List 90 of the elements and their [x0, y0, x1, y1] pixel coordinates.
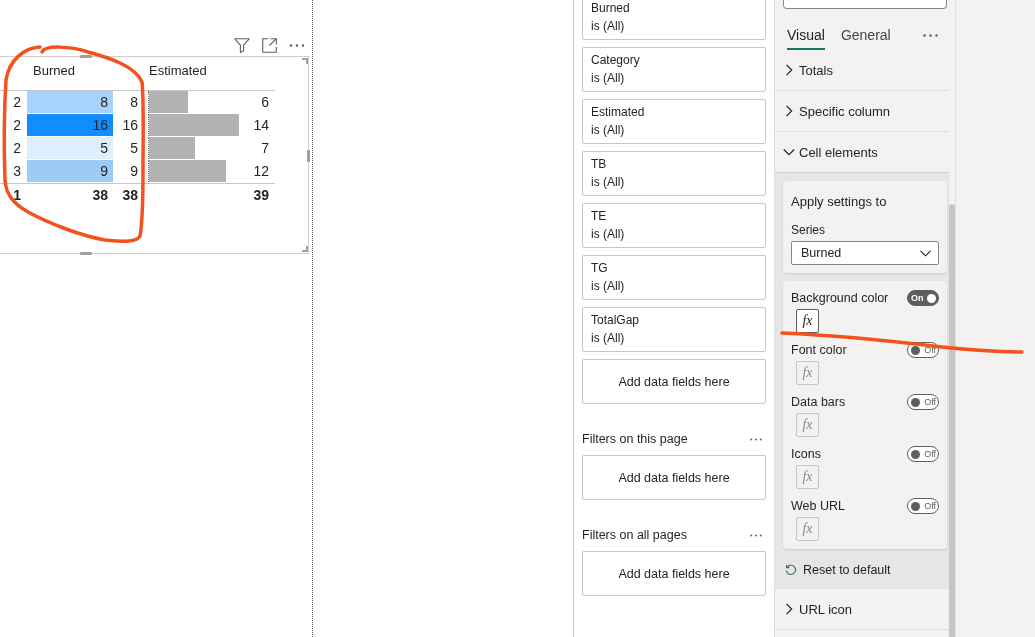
filter-condition: is (All) — [591, 226, 625, 243]
chevron-right-icon — [783, 105, 795, 117]
filter-card[interactable]: TE is (All) — [582, 203, 766, 248]
section-heading: Filters on all pages — [582, 528, 687, 542]
column-header: Estimated — [148, 62, 208, 80]
filter-condition: is (All) — [591, 174, 625, 191]
toggle-switch[interactable]: On — [907, 290, 939, 306]
tab[interactable]: Visual — [787, 25, 825, 50]
more-icon[interactable] — [289, 43, 305, 47]
filter-field-name: TE — [591, 208, 607, 225]
toggle-knob — [911, 501, 920, 511]
table-cell-text: 16 — [121, 116, 139, 135]
table-cell-text: 2 — [12, 116, 22, 135]
filter-card[interactable]: Estimated is (All) — [582, 99, 766, 144]
table-cell: 5 — [27, 137, 113, 159]
total-cell-text: 39 — [252, 186, 270, 205]
table-cell-text: 3 — [12, 162, 22, 181]
toggle-knob — [927, 293, 936, 303]
section-header[interactable]: Specific column — [775, 91, 949, 132]
filter-field-name: TG — [591, 260, 608, 277]
resize-handle[interactable] — [80, 252, 92, 255]
table-cell-text: 6 — [260, 93, 270, 112]
filter-card[interactable]: Burned is (All) — [582, 0, 766, 40]
setting-label: Background color — [791, 291, 889, 305]
tab[interactable]: General — [840, 25, 891, 50]
table-cell-text: 2 — [12, 93, 22, 112]
fx-button[interactable]: fx — [796, 309, 819, 333]
table-cell: 16 — [27, 114, 113, 136]
section-heading: Filters on this page — [582, 432, 688, 446]
filter-icon[interactable] — [234, 37, 250, 53]
filter-condition: is (All) — [591, 18, 625, 35]
filter-card[interactable]: TG is (All) — [582, 255, 766, 300]
resize-handle[interactable] — [307, 150, 310, 162]
reset-button[interactable]: Reset to default — [783, 561, 891, 579]
filter-field-name: Category — [591, 52, 640, 69]
filter-condition: is (All) — [591, 70, 625, 87]
table-cell-text: 8 — [129, 93, 139, 112]
drop-zone[interactable]: Add data fields here — [582, 359, 766, 404]
toggle-switch[interactable]: Off — [907, 446, 939, 462]
total-cell-text: 38 — [91, 186, 109, 205]
search-field[interactable] — [783, 0, 947, 9]
filter-field-name: TB — [591, 156, 607, 173]
series-dropdown[interactable]: Burned — [791, 241, 939, 265]
field-label: Series — [791, 222, 825, 238]
resize-handle[interactable] — [302, 246, 308, 252]
total-cell-text: 38 — [121, 186, 139, 205]
filter-condition: is (All) — [591, 122, 625, 139]
toggle-knob — [911, 397, 920, 407]
filter-field-name: Estimated — [591, 104, 645, 121]
table-cell-text: 2 — [12, 139, 22, 158]
resize-handle[interactable] — [302, 58, 308, 64]
toggle-switch[interactable]: Off — [907, 394, 939, 410]
table-cell-text: 5 — [129, 139, 139, 158]
column-header: Burned — [32, 62, 76, 80]
setting-label: Web URL — [791, 499, 845, 513]
filter-card[interactable]: TB is (All) — [582, 151, 766, 196]
expand-icon[interactable] — [262, 37, 277, 53]
setting-label: Data bars — [791, 395, 846, 409]
total-cell-text: 1 — [12, 186, 22, 205]
drop-zone[interactable]: Add data fields here — [582, 551, 766, 596]
filter-card[interactable]: TotalGap is (All) — [582, 307, 766, 352]
resize-handle[interactable] — [80, 55, 92, 58]
filter-condition: is (All) — [591, 330, 625, 347]
chevron-right-icon — [783, 603, 795, 615]
filter-card[interactable]: Category is (All) — [582, 47, 766, 92]
more-icon[interactable] — [923, 33, 938, 37]
filter-condition: is (All) — [591, 278, 625, 295]
toggle-knob — [911, 449, 920, 459]
drop-zone[interactable]: Add data fields here — [582, 455, 766, 500]
setting-label: Font color — [791, 343, 847, 357]
filter-field-name: Burned — [591, 0, 630, 17]
table-cell-text: 9 — [129, 162, 139, 181]
card-title: Apply settings to — [791, 194, 887, 210]
section-header[interactable]: Totals — [775, 50, 949, 91]
more-icon[interactable] — [750, 533, 762, 537]
table-cell: 8 — [27, 91, 113, 113]
table-cell-text: 7 — [260, 139, 270, 158]
table-cell-text: 12 — [252, 162, 270, 181]
toggle-switch[interactable]: Off — [907, 498, 939, 514]
table-cell-text: 14 — [252, 116, 270, 135]
toggle-knob — [911, 345, 920, 355]
filter-field-name: TotalGap — [591, 312, 640, 329]
setting-label: Icons — [791, 447, 821, 461]
chevron-down-icon — [920, 249, 931, 257]
more-icon[interactable] — [750, 437, 762, 441]
table-cell: 9 — [27, 160, 113, 182]
chevron-right-icon — [783, 64, 795, 76]
chevron-down-icon — [783, 146, 795, 158]
circular-arrow-icon — [785, 564, 797, 576]
scrollbar-thumb[interactable] — [949, 204, 955, 637]
